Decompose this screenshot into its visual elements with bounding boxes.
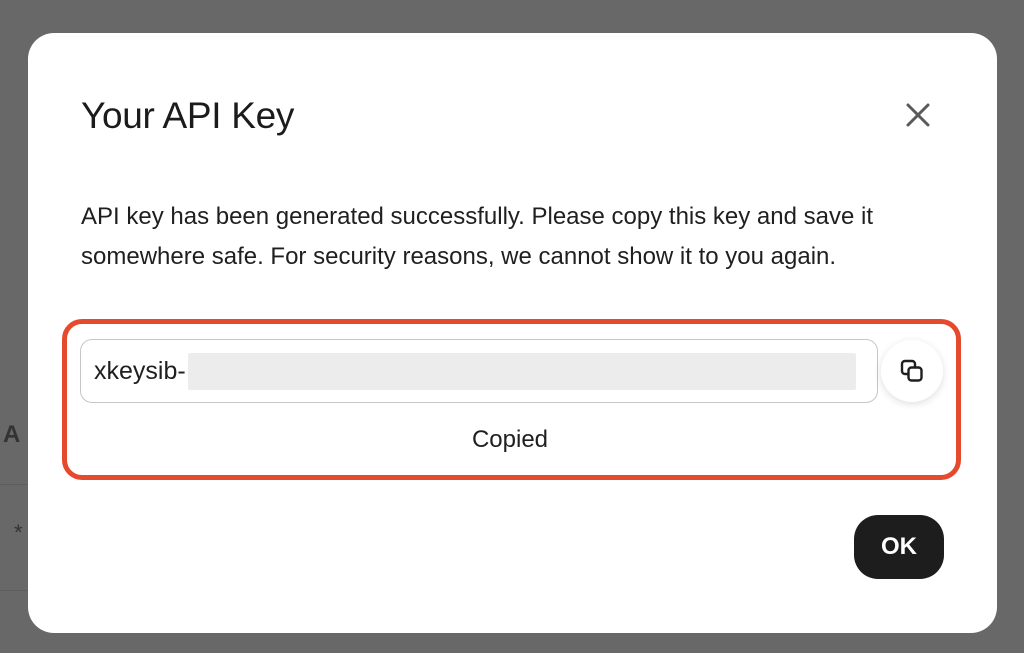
copy-key-button[interactable] bbox=[881, 340, 943, 402]
background-required-marker: * bbox=[14, 520, 23, 545]
close-icon bbox=[906, 103, 930, 127]
close-button[interactable] bbox=[896, 93, 940, 137]
copied-status: Copied bbox=[471, 426, 549, 453]
ok-button[interactable]: OK bbox=[854, 515, 944, 579]
dialog-title: Your API Key bbox=[81, 95, 295, 136]
copy-icon bbox=[900, 359, 923, 382]
api-key-dialog: Your API Key API key has been generated … bbox=[28, 33, 997, 633]
background-divider bbox=[0, 590, 30, 591]
background-heading-fragment: A bbox=[3, 421, 21, 448]
background-divider bbox=[0, 484, 30, 485]
dialog-message: API key has been generated successfully.… bbox=[81, 203, 873, 270]
api-key-prefix: xkeysib- bbox=[94, 356, 186, 385]
api-key-field[interactable]: xkeysib- bbox=[80, 339, 878, 403]
api-key-redacted-value bbox=[187, 352, 856, 390]
